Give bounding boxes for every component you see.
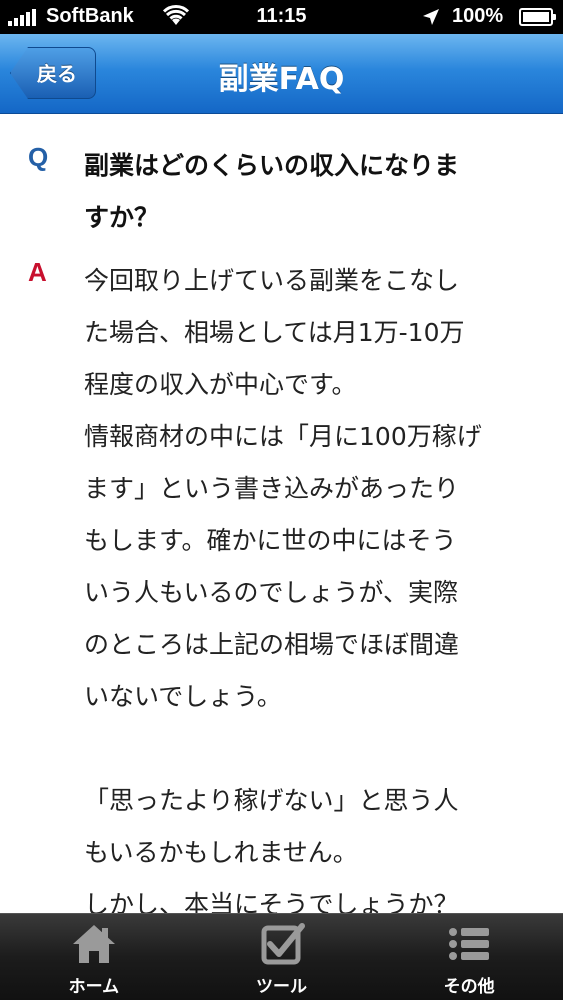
answer-line: のところは上記の相場でほぼ間違 bbox=[84, 630, 460, 659]
navigation-bar: 戻る 副業FAQ bbox=[0, 34, 563, 114]
answer-blank-line bbox=[84, 723, 544, 775]
home-icon bbox=[72, 925, 115, 963]
list-icon bbox=[449, 928, 490, 960]
answer-line: しかし、本当にそうでしょうか？ bbox=[84, 890, 459, 915]
tab-home[interactable]: ホーム bbox=[0, 914, 188, 1000]
tab-bar: ホーム ツール その他 bbox=[0, 913, 563, 1000]
tab-tools-label: ツール bbox=[256, 977, 307, 997]
question-text: 副業はどのくらいの収入になりま すか？ bbox=[84, 140, 544, 244]
answer-line: もします。確かに世の中にはそう bbox=[84, 526, 457, 555]
location-arrow-icon bbox=[423, 9, 439, 25]
page-title: 副業FAQ bbox=[218, 62, 345, 97]
faq-content[interactable]: Q 副業はどのくらいの収入になりま すか？ A 今回取り上げている副業をこなし … bbox=[0, 115, 563, 915]
answer-marker: A bbox=[28, 257, 47, 287]
answer-line: 情報商材の中には「月に100万稼げ bbox=[84, 422, 482, 451]
answer-line: ます」という書き込みがあったり bbox=[84, 474, 460, 503]
answer-line: 「思ったより稼げない」と思う人 bbox=[84, 786, 459, 815]
answer-line: 今回取り上げている副業をこなし bbox=[84, 266, 460, 295]
tab-other[interactable]: その他 bbox=[375, 914, 563, 1000]
answer-line: いう人もいるのでしょうが、実際 bbox=[84, 578, 459, 607]
tab-other-label: その他 bbox=[443, 977, 495, 997]
status-bar: SoftBank 11:15 100% bbox=[0, 0, 563, 34]
answer-line: 程度の収入が中心です。 bbox=[84, 370, 357, 399]
answer-line: た場合、相場としては月1万-10万 bbox=[84, 318, 465, 347]
checkbox-icon bbox=[261, 923, 305, 965]
answer-line: いないでしょう。 bbox=[84, 682, 282, 711]
answer-text: 今回取り上げている副業をこなし た場合、相場としては月1万-10万 程度の収入が… bbox=[84, 255, 544, 915]
battery-percentage: 100% bbox=[452, 5, 504, 27]
battery-icon bbox=[519, 8, 556, 26]
tab-home-label: ホーム bbox=[68, 977, 120, 997]
question-marker: Q bbox=[28, 142, 49, 172]
question-line: 副業はどのくらいの収入になりま bbox=[84, 151, 460, 180]
answer-line: もいるかもしれません。 bbox=[84, 838, 358, 867]
tab-tools[interactable]: ツール bbox=[188, 914, 376, 1000]
question-line: すか？ bbox=[84, 203, 160, 232]
